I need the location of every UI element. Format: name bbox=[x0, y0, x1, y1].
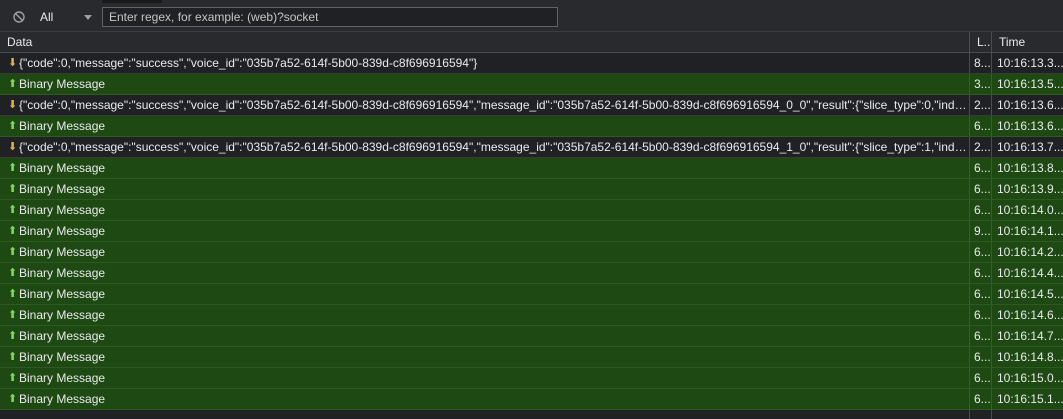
message-row[interactable]: ⬆ Binary Message 6... 10:16:14.8... bbox=[0, 347, 1063, 368]
message-time-cell: 10:16:15.0... bbox=[991, 368, 1063, 388]
table-footer-spacer bbox=[0, 410, 1063, 419]
message-time-cell: 10:16:13.6... bbox=[991, 116, 1063, 136]
column-divider bbox=[991, 410, 992, 419]
message-length-cell: 6... bbox=[969, 326, 990, 346]
block-icon[interactable] bbox=[13, 11, 25, 23]
message-length-cell: 3... bbox=[969, 74, 990, 94]
message-data-cell: Binary Message bbox=[19, 308, 106, 322]
message-time-cell: 10:16:14.4... bbox=[991, 263, 1063, 283]
message-row[interactable]: ⬆ Binary Message 3... 10:16:13.5... bbox=[0, 74, 1063, 95]
message-length-cell: 6... bbox=[969, 116, 990, 136]
message-length-cell: 8... bbox=[969, 53, 990, 73]
column-divider bbox=[969, 410, 970, 419]
message-length-cell: 6... bbox=[969, 179, 990, 199]
message-time-cell: 10:16:13.6... bbox=[991, 95, 1063, 115]
message-time-cell: 10:16:13.5... bbox=[991, 74, 1063, 94]
column-header-time[interactable]: Time bbox=[991, 32, 1063, 52]
message-row[interactable]: ⬆ Binary Message 6... 10:16:15.0... bbox=[0, 368, 1063, 389]
message-row[interactable]: ⬆ Binary Message 6... 10:16:15.1... bbox=[0, 389, 1063, 410]
message-data-cell: Binary Message bbox=[19, 224, 106, 238]
column-header-length[interactable]: L... bbox=[969, 32, 990, 52]
message-time-cell: 10:16:13.9... bbox=[991, 179, 1063, 199]
message-length-cell: 6... bbox=[969, 284, 990, 304]
message-length-cell: 6... bbox=[969, 389, 990, 409]
message-time-cell: 10:16:13.8... bbox=[991, 158, 1063, 178]
message-time-cell: 10:16:13.3... bbox=[991, 53, 1063, 73]
message-row[interactable]: ⬆ Binary Message 6... 10:16:13.6... bbox=[0, 116, 1063, 137]
message-type-filter[interactable]: All bbox=[34, 7, 96, 27]
message-row[interactable]: ⬆ Binary Message 6... 10:16:14.2... bbox=[0, 242, 1063, 263]
message-time-cell: 10:16:15.1... bbox=[991, 389, 1063, 409]
message-data-cell: Binary Message bbox=[19, 182, 106, 196]
message-length-cell: 2... bbox=[969, 137, 990, 157]
message-data-cell: Binary Message bbox=[19, 119, 106, 133]
message-row[interactable]: ⬆ Binary Message 6... 10:16:14.5... bbox=[0, 284, 1063, 305]
message-data-cell: Binary Message bbox=[19, 161, 106, 175]
message-length-cell: 6... bbox=[969, 347, 990, 367]
message-row[interactable]: ⬆ Binary Message 6... 10:16:14.0... bbox=[0, 200, 1063, 221]
message-time-cell: 10:16:14.5... bbox=[991, 284, 1063, 304]
message-data-cell: {"code":0,"message":"success","voice_id"… bbox=[19, 140, 968, 154]
message-row[interactable]: ⬆ Binary Message 6... 10:16:13.8... bbox=[0, 158, 1063, 179]
message-row[interactable]: ⬇ {"code":0,"message":"success","voice_id… bbox=[0, 137, 1063, 158]
message-data-cell: Binary Message bbox=[19, 350, 106, 364]
message-row[interactable]: ⬆ Binary Message 6... 10:16:14.7... bbox=[0, 326, 1063, 347]
message-data-cell: {"code":0,"message":"success","voice_id"… bbox=[19, 56, 478, 70]
message-data-cell: Binary Message bbox=[19, 266, 106, 280]
message-length-cell: 6... bbox=[969, 200, 990, 220]
message-data-cell: Binary Message bbox=[19, 245, 106, 259]
message-time-cell: 10:16:14.0... bbox=[991, 200, 1063, 220]
message-time-cell: 10:16:14.7... bbox=[991, 326, 1063, 346]
message-row[interactable]: ⬆ Binary Message 6... 10:16:14.6... bbox=[0, 305, 1063, 326]
message-row[interactable]: ⬆ Binary Message 6... 10:16:14.4... bbox=[0, 263, 1063, 284]
message-length-cell: 9... bbox=[969, 221, 990, 241]
messages-toolbar: All bbox=[0, 3, 1063, 32]
message-length-cell: 6... bbox=[969, 305, 990, 325]
message-length-cell: 6... bbox=[969, 158, 990, 178]
message-length-cell: 6... bbox=[969, 368, 990, 388]
messages-table-header: Data L... Time bbox=[0, 32, 1063, 53]
message-data-cell: Binary Message bbox=[19, 329, 106, 343]
regex-filter-input[interactable] bbox=[102, 7, 558, 27]
message-row[interactable]: ⬇ {"code":0,"message":"success","voice_id… bbox=[0, 53, 1063, 74]
message-data-cell: Binary Message bbox=[19, 203, 106, 217]
websocket-messages-panel: All Data L... Time ⬇{"code":0,"message":… bbox=[0, 0, 1063, 419]
message-row[interactable]: ⬆ Binary Message 9... 10:16:14.1... bbox=[0, 221, 1063, 242]
message-length-cell: 2... bbox=[969, 95, 990, 115]
message-row[interactable]: ⬆ Binary Message 6... 10:16:13.9... bbox=[0, 179, 1063, 200]
messages-table: Data L... Time ⬇{"code":0,"message":"suc… bbox=[0, 32, 1063, 419]
message-row[interactable]: ⬇ {"code":0,"message":"success","voice_id… bbox=[0, 95, 1063, 116]
message-time-cell: 10:16:14.2... bbox=[991, 242, 1063, 262]
message-data-cell: {"code":0,"message":"success","voice_id"… bbox=[19, 98, 968, 112]
message-time-cell: 10:16:14.8... bbox=[991, 347, 1063, 367]
message-data-cell: Binary Message bbox=[19, 287, 106, 301]
message-time-cell: 10:16:14.1... bbox=[991, 221, 1063, 241]
message-data-cell: Binary Message bbox=[19, 392, 106, 406]
message-length-cell: 6... bbox=[969, 242, 990, 262]
message-data-cell: Binary Message bbox=[19, 77, 106, 91]
messages-table-body: ⬇ {"code":0,"message":"success","voice_id… bbox=[0, 53, 1063, 410]
message-type-filter-label: All bbox=[40, 10, 54, 24]
column-header-data[interactable]: Data bbox=[0, 32, 968, 52]
message-data-cell: Binary Message bbox=[19, 371, 106, 385]
chevron-down-icon bbox=[84, 15, 92, 20]
message-time-cell: 10:16:14.6... bbox=[991, 305, 1063, 325]
message-time-cell: 10:16:13.7... bbox=[991, 137, 1063, 157]
message-length-cell: 6... bbox=[969, 263, 990, 283]
